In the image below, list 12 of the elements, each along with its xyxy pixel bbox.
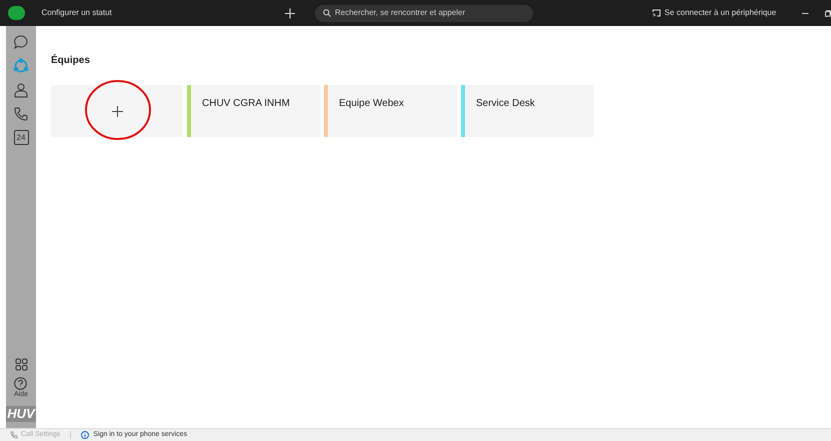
team-name: Equipe Webex — [339, 97, 404, 111]
logo: HUV — [6, 406, 36, 422]
calendar-icon[interactable]: 24 — [14, 130, 28, 145]
team-name: CHUV CGRA INHM — [202, 97, 290, 111]
connect-device-button[interactable]: Se connecter à un périphérique — [652, 7, 776, 19]
page-title: Équipes — [51, 53, 91, 68]
team-card[interactable]: CHUV CGRA INHM — [187, 85, 320, 137]
team-card[interactable]: Equipe Webex — [324, 85, 457, 137]
team-name: Service Desk — [476, 97, 535, 111]
status-link[interactable]: Configurer un statut — [42, 7, 112, 19]
search-field[interactable]: Rechercher, se rencontrer et appeler — [314, 4, 533, 22]
team-card[interactable]: Service Desk — [461, 85, 594, 137]
